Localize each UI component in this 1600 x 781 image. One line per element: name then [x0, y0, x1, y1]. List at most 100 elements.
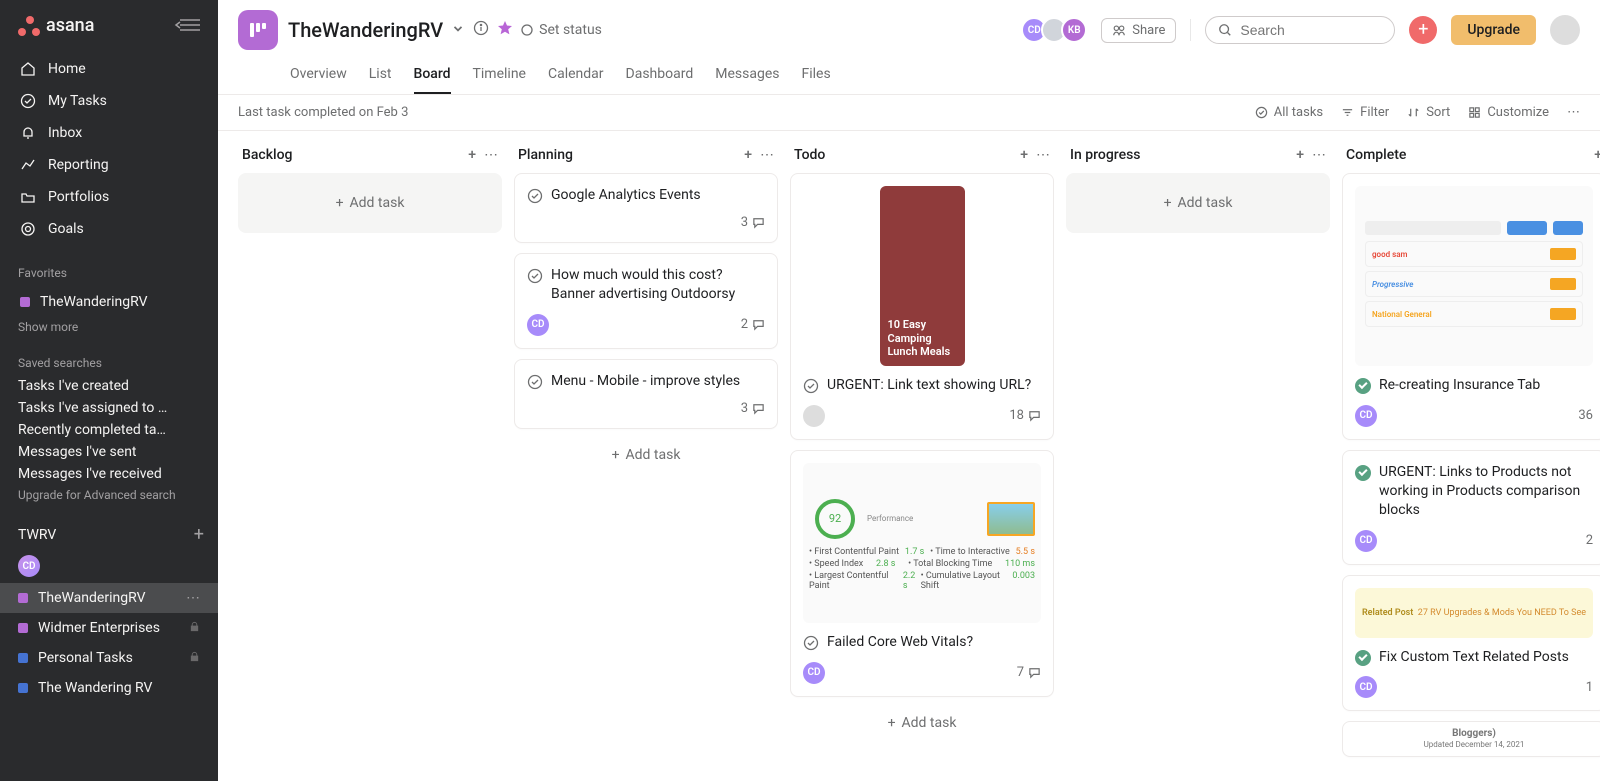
tab-calendar[interactable]: Calendar [548, 58, 604, 94]
comment-count[interactable]: 7 [1017, 665, 1041, 680]
customize-button[interactable]: Customize [1468, 105, 1549, 120]
all-tasks-button[interactable]: All tasks [1255, 105, 1323, 120]
main: TheWanderingRV Set status CD KB [218, 0, 1600, 781]
add-card-icon[interactable]: + [1296, 147, 1304, 163]
completed-icon[interactable] [1355, 465, 1371, 481]
workspace-name[interactable]: TWRV [18, 527, 56, 543]
upgrade-button[interactable]: Upgrade [1451, 15, 1536, 45]
global-add-button[interactable]: + [1409, 16, 1437, 44]
add-task-placeholder[interactable]: +Add task [1066, 173, 1330, 233]
more-icon[interactable]: ⋯ [186, 590, 200, 606]
column-title[interactable]: Todo [794, 147, 825, 163]
comment-count[interactable]: 2 [741, 317, 765, 332]
task-card[interactable]: Bloggers)Updated December 14, 2021 [1342, 721, 1600, 757]
task-card[interactable]: good sam Progressive National General Re… [1342, 173, 1600, 440]
complete-toggle-icon[interactable] [527, 268, 543, 284]
tab-overview[interactable]: Overview [290, 58, 347, 94]
comment-count[interactable]: 1 [1586, 680, 1593, 695]
tab-messages[interactable]: Messages [715, 58, 779, 94]
filter-button[interactable]: Filter [1341, 105, 1389, 120]
info-icon[interactable] [473, 20, 489, 40]
comment-count[interactable]: 2 [1586, 533, 1593, 548]
comment-count[interactable]: 36 [1578, 408, 1593, 423]
column-title[interactable]: In progress [1070, 147, 1141, 163]
add-task-link[interactable]: +Add task [514, 439, 778, 471]
nav-portfolios[interactable]: Portfolios [10, 182, 208, 212]
tab-dashboard[interactable]: Dashboard [626, 58, 694, 94]
task-card[interactable]: Google Analytics Events 3 [514, 173, 778, 243]
complete-toggle-icon[interactable] [527, 374, 543, 390]
saved-search[interactable]: Recently completed ta… [18, 422, 200, 438]
task-card[interactable]: 92Performance • First Contentful Paint1.… [790, 450, 1054, 697]
tab-list[interactable]: List [369, 58, 392, 94]
star-icon[interactable] [497, 20, 513, 40]
show-more-favorites[interactable]: Show more [18, 316, 200, 338]
nav-reporting[interactable]: Reporting [10, 150, 208, 180]
project-title[interactable]: TheWanderingRV [288, 18, 443, 42]
saved-search[interactable]: Messages I've received [18, 466, 200, 482]
assignee-avatar[interactable]: CD [1355, 405, 1377, 427]
comment-count[interactable]: 3 [741, 401, 765, 416]
nav-home[interactable]: Home [10, 54, 208, 84]
search-box[interactable] [1205, 16, 1395, 44]
assignee-avatar[interactable]: CD [1355, 676, 1377, 698]
workspace-avatar[interactable]: CD [18, 555, 40, 577]
saved-search[interactable]: Messages I've sent [18, 444, 200, 460]
completed-icon[interactable] [1355, 650, 1371, 666]
add-card-icon[interactable]: + [1020, 147, 1028, 163]
completed-icon[interactable] [1355, 378, 1371, 394]
column-more-icon[interactable]: ⋯ [1036, 147, 1050, 163]
chevron-down-icon[interactable] [451, 21, 465, 39]
nav-goals[interactable]: Goals [10, 214, 208, 244]
project-members[interactable]: CD KB [1027, 17, 1087, 43]
task-card[interactable]: Menu - Mobile - improve styles 3 [514, 359, 778, 429]
set-status-button[interactable]: Set status [521, 22, 602, 38]
task-card[interactable]: How much would this cost? Banner adverti… [514, 253, 778, 349]
column-more-icon[interactable]: ⋯ [484, 147, 498, 163]
assignee-avatar[interactable] [803, 405, 825, 427]
column-more-icon[interactable]: ⋯ [1312, 147, 1326, 163]
tab-files[interactable]: Files [801, 58, 830, 94]
assignee-avatar[interactable]: CD [527, 314, 549, 336]
search-input[interactable] [1240, 22, 1421, 38]
complete-toggle-icon[interactable] [527, 188, 543, 204]
favorite-project[interactable]: TheWanderingRV [18, 288, 200, 316]
project-item-widmer[interactable]: Widmer Enterprises [0, 613, 218, 643]
project-item-thewanderingrv[interactable]: TheWanderingRV ⋯ [0, 583, 218, 613]
project-item-wanderingrv2[interactable]: The Wandering RV [0, 673, 218, 703]
add-card-icon[interactable]: + [744, 147, 752, 163]
asana-logo[interactable]: asana [18, 14, 94, 36]
add-project-icon[interactable]: + [194, 524, 204, 545]
add-task-placeholder[interactable]: +Add task [238, 173, 502, 233]
upgrade-search-link[interactable]: Upgrade for Advanced search [18, 488, 200, 502]
user-avatar[interactable] [1550, 15, 1580, 45]
task-card[interactable]: 10 Easy Camping Lunch Meals URGENT: Link… [790, 173, 1054, 440]
add-card-icon[interactable]: + [1594, 147, 1600, 163]
complete-toggle-icon[interactable] [803, 635, 819, 651]
comment-count[interactable]: 18 [1009, 408, 1041, 423]
assignee-avatar[interactable]: CD [1355, 530, 1377, 552]
sort-button[interactable]: Sort [1407, 105, 1450, 120]
task-card[interactable]: Related Post 27 RV Upgrades & Mods You N… [1342, 575, 1600, 712]
collapse-sidebar-icon[interactable] [174, 14, 204, 36]
comment-count[interactable]: 3 [741, 215, 765, 230]
tab-board[interactable]: Board [414, 58, 451, 94]
tab-timeline[interactable]: Timeline [473, 58, 526, 94]
column-title[interactable]: Planning [518, 147, 573, 163]
project-icon[interactable] [238, 10, 278, 50]
column-more-icon[interactable]: ⋯ [760, 147, 774, 163]
nav-inbox[interactable]: Inbox [10, 118, 208, 148]
more-actions-button[interactable]: ⋯ [1567, 105, 1580, 120]
column-title[interactable]: Backlog [242, 147, 292, 163]
nav-my-tasks[interactable]: My Tasks [10, 86, 208, 116]
project-item-personal[interactable]: Personal Tasks [0, 643, 218, 673]
assignee-avatar[interactable]: CD [803, 662, 825, 684]
add-task-link[interactable]: +Add task [790, 707, 1054, 739]
share-button[interactable]: Share [1101, 18, 1176, 43]
task-card[interactable]: URGENT: Links to Products not working in… [1342, 450, 1600, 565]
add-card-icon[interactable]: + [468, 147, 476, 163]
saved-search[interactable]: Tasks I've created [18, 378, 200, 394]
complete-toggle-icon[interactable] [803, 378, 819, 394]
saved-search[interactable]: Tasks I've assigned to … [18, 400, 200, 416]
column-title[interactable]: Complete [1346, 147, 1406, 163]
